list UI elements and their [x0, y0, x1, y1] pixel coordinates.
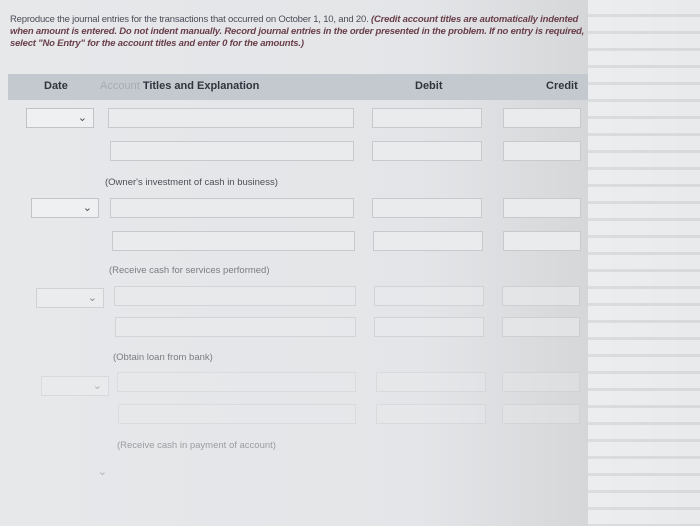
account-title-input[interactable]	[110, 141, 354, 161]
date-select[interactable]: ⌄	[46, 462, 114, 482]
journal-row: ⌄	[0, 284, 700, 314]
credit-input[interactable]	[503, 141, 581, 161]
journal-row	[0, 229, 700, 259]
entry-explanation: (Receive cash for services performed)	[109, 265, 270, 276]
entry-explanation: (Owner's investment of cash in business)	[105, 177, 278, 188]
chevron-down-icon: ⌄	[87, 291, 97, 304]
journal-row: ⌄	[0, 460, 700, 490]
chevron-down-icon: ⌄	[82, 201, 92, 214]
table-header	[8, 74, 588, 100]
account-title-input[interactable]	[117, 372, 356, 392]
header-date: Date	[44, 80, 68, 92]
journal-row: ⌄	[0, 196, 700, 226]
debit-input[interactable]	[374, 286, 484, 306]
debit-input[interactable]	[372, 198, 482, 218]
journal-row	[0, 315, 700, 345]
entry-explanation: (Obtain loan from bank)	[113, 352, 213, 363]
debit-input[interactable]	[374, 317, 484, 337]
date-select[interactable]: ⌄	[26, 108, 94, 128]
account-title-input[interactable]	[118, 404, 356, 424]
header-account-label: Titles and Explanation	[142, 80, 260, 92]
date-select[interactable]: ⌄	[36, 288, 104, 308]
date-select[interactable]: ⌄	[41, 376, 109, 396]
credit-input[interactable]	[503, 231, 581, 251]
credit-input[interactable]	[502, 404, 580, 424]
header-account-titles: Account Titles and Explanation	[100, 80, 259, 92]
credit-input[interactable]	[503, 198, 581, 218]
account-title-input[interactable]	[110, 198, 354, 218]
debit-input[interactable]	[373, 231, 483, 251]
chevron-down-icon: ⌄	[92, 379, 102, 392]
credit-input[interactable]	[502, 286, 580, 306]
header-debit: Debit	[415, 80, 443, 92]
account-title-input[interactable]	[108, 108, 354, 128]
account-title-input[interactable]	[115, 317, 356, 337]
instructions-text: Reproduce the journal entries for the tr…	[10, 14, 595, 50]
chevron-down-icon: ⌄	[97, 465, 107, 478]
account-title-input[interactable]	[112, 231, 355, 251]
date-select[interactable]: ⌄	[31, 198, 99, 218]
journal-row	[0, 139, 700, 169]
debit-input[interactable]	[376, 404, 486, 424]
credit-input[interactable]	[503, 108, 581, 128]
debit-input[interactable]	[372, 141, 482, 161]
background-window-glare	[588, 0, 700, 526]
account-title-input[interactable]	[114, 286, 356, 306]
entry-explanation: (Receive cash in payment of account)	[117, 440, 276, 451]
journal-row	[0, 402, 700, 432]
journal-row: ⌄	[0, 106, 700, 136]
journal-row: ⌄	[0, 370, 700, 400]
debit-input[interactable]	[372, 108, 482, 128]
chevron-down-icon: ⌄	[77, 111, 87, 124]
instructions-lead: Reproduce the journal entries for the tr…	[10, 14, 369, 25]
header-credit: Credit	[546, 80, 578, 92]
credit-input[interactable]	[502, 317, 580, 337]
header-account-faded: Account	[100, 80, 140, 92]
credit-input[interactable]	[502, 372, 580, 392]
debit-input[interactable]	[376, 372, 486, 392]
